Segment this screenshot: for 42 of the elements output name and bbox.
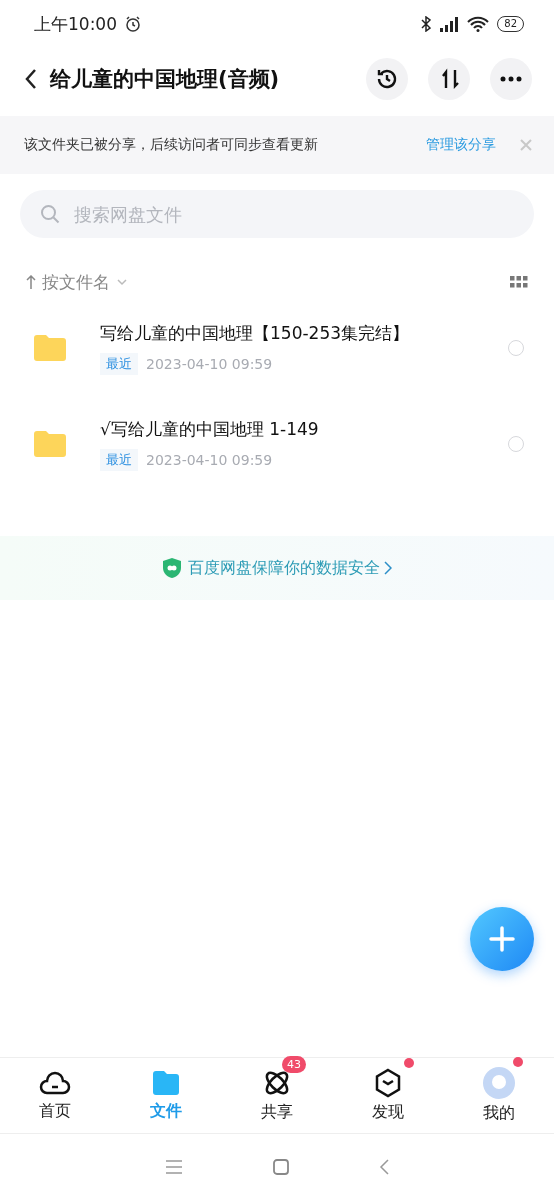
- signal-icon: [439, 16, 460, 32]
- add-button[interactable]: [470, 907, 534, 971]
- folder-name[interactable]: √写给儿童的中国地理 1-149: [100, 417, 474, 441]
- folder-icon: [34, 431, 66, 457]
- chevron-right-icon: [384, 561, 392, 575]
- search-icon: [40, 204, 60, 224]
- more-icon: [500, 76, 522, 82]
- tab-item[interactable]: 发现: [332, 1058, 444, 1133]
- chevron-down-icon: [116, 278, 128, 286]
- folder-icon: [34, 335, 66, 361]
- more-button[interactable]: [490, 58, 532, 100]
- modified-date: 2023-04-10 09:59: [146, 451, 273, 468]
- history-button[interactable]: [366, 58, 408, 100]
- menu-icon[interactable]: [165, 1160, 183, 1174]
- status-time: 上午10:00: [34, 12, 117, 36]
- bluetooth-icon: [421, 16, 432, 32]
- recent-tag: 最近: [100, 448, 138, 471]
- tab-item[interactable]: 我的: [443, 1058, 554, 1133]
- sort-order-button[interactable]: [428, 58, 470, 100]
- cloud-icon: [39, 1069, 72, 1097]
- folder-name[interactable]: 写给儿童的中国地理【150-253集完结】: [100, 321, 474, 345]
- up-arrow-icon: [26, 275, 36, 289]
- history-icon: [375, 67, 399, 91]
- folder-icon: [151, 1069, 182, 1097]
- shield-icon: [162, 557, 182, 579]
- wifi-icon: [467, 16, 490, 32]
- back-icon[interactable]: [24, 68, 38, 90]
- share-notice-text: 该文件夹已被分享，后续访问者可同步查看更新: [24, 136, 319, 154]
- grid-view-icon[interactable]: [510, 276, 528, 288]
- notification-badge: 43: [282, 1056, 306, 1073]
- search-field[interactable]: 搜索网盘文件: [20, 190, 534, 238]
- plus-icon: [489, 926, 515, 952]
- hexagon-icon: [373, 1068, 402, 1098]
- home-square-icon[interactable]: [273, 1159, 289, 1175]
- modified-date: 2023-04-10 09:59: [146, 355, 273, 372]
- recent-tag: 最近: [100, 352, 138, 375]
- sort-by-name-button[interactable]: 按文件名: [26, 270, 128, 294]
- avatar-icon: [482, 1067, 515, 1099]
- alarm-icon: [125, 16, 141, 32]
- page-title: 给儿童的中国地理(音频): [50, 66, 281, 93]
- tab-item[interactable]: 首页: [0, 1058, 111, 1133]
- tab-item[interactable]: 43 共享: [221, 1058, 333, 1133]
